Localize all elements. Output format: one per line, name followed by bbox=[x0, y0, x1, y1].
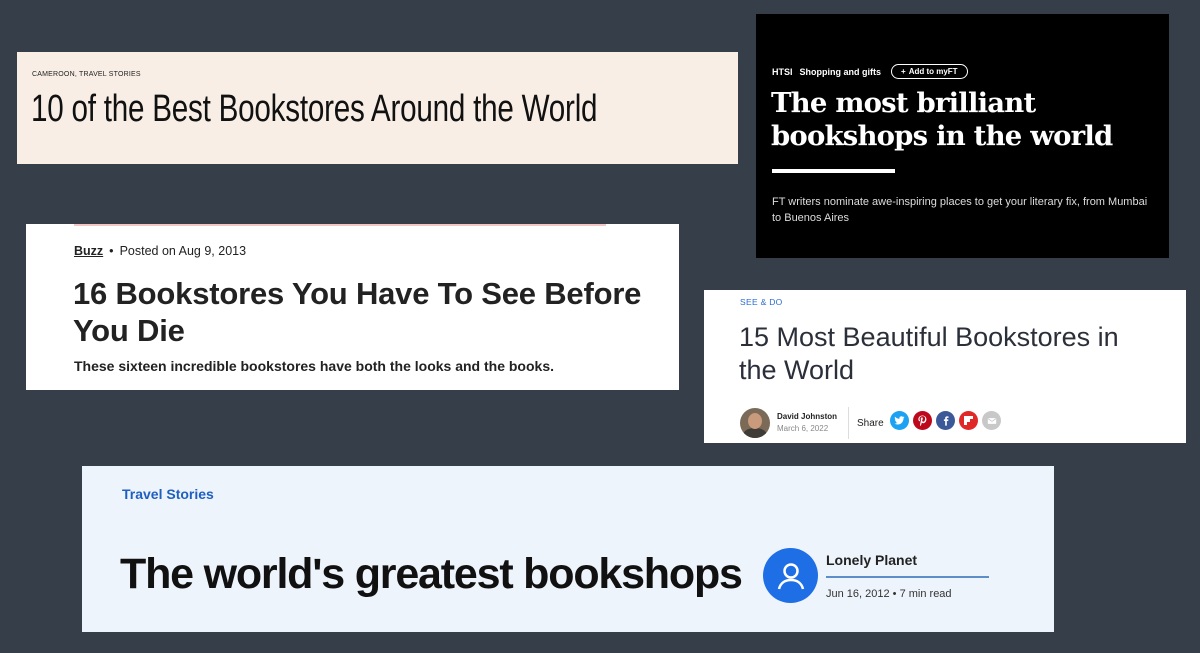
section-link[interactable]: HTSI bbox=[772, 67, 793, 77]
article-card-buzzfeed: Buzz • Posted on Aug 9, 2013 16 Bookstor… bbox=[26, 224, 679, 390]
share-icons bbox=[890, 411, 1001, 430]
posted-date: Posted on Aug 9, 2013 bbox=[119, 244, 247, 258]
author-underline bbox=[826, 576, 989, 578]
top-divider bbox=[74, 224, 606, 226]
article-card-see-and-do: SEE & DO 15 Most Beautiful Bookstores in… bbox=[704, 290, 1186, 443]
publish-date: March 6, 2022 bbox=[777, 424, 829, 433]
title-underline-bar bbox=[772, 169, 895, 173]
subsection-link[interactable]: Shopping and gifts bbox=[800, 67, 882, 77]
article-card-lonely-planet: Travel Stories The world's greatest book… bbox=[82, 466, 1054, 632]
author-name[interactable]: David Johnston bbox=[777, 412, 837, 421]
author-name[interactable]: Lonely Planet bbox=[826, 552, 917, 568]
user-avatar-icon[interactable] bbox=[763, 548, 818, 603]
meta-separator: • bbox=[109, 244, 114, 258]
category-link[interactable]: Travel Stories bbox=[122, 486, 214, 502]
plus-icon: + bbox=[901, 67, 906, 76]
meta-divider bbox=[848, 407, 849, 439]
share-label: Share bbox=[857, 418, 884, 429]
article-card-ft: HTSI Shopping and gifts + Add to myFT Th… bbox=[756, 14, 1169, 258]
twitter-icon[interactable] bbox=[890, 411, 909, 430]
article-card-best-bookstores: CAMEROON, TRAVEL STORIES 10 of the Best … bbox=[17, 52, 738, 164]
article-title[interactable]: 16 Bookstores You Have To See Before You… bbox=[73, 275, 663, 349]
article-description: FT writers nominate awe-inspiring places… bbox=[772, 196, 1148, 224]
author-avatar[interactable] bbox=[740, 408, 770, 438]
article-meta: Buzz • Posted on Aug 9, 2013 bbox=[74, 244, 246, 258]
category-link[interactable]: Buzz bbox=[74, 244, 103, 258]
article-subtitle: These sixteen incredible bookstores have… bbox=[74, 358, 554, 374]
article-title[interactable]: The most brilliant bookshops in the worl… bbox=[771, 87, 1166, 153]
facebook-icon[interactable] bbox=[936, 411, 955, 430]
category-label[interactable]: SEE & DO bbox=[740, 297, 783, 307]
add-to-myft-label: Add to myFT bbox=[908, 67, 958, 76]
article-meta: HTSI Shopping and gifts + Add to myFT bbox=[772, 64, 968, 79]
article-title[interactable]: 15 Most Beautiful Bookstores in the Worl… bbox=[739, 321, 1159, 387]
flipboard-icon[interactable] bbox=[959, 411, 978, 430]
article-title[interactable]: The world's greatest bookshops bbox=[120, 550, 743, 599]
category-label[interactable]: CAMEROON, TRAVEL STORIES bbox=[32, 71, 141, 78]
pinterest-icon[interactable] bbox=[913, 411, 932, 430]
add-to-myft-button[interactable]: + Add to myFT bbox=[891, 64, 968, 79]
email-icon[interactable] bbox=[982, 411, 1001, 430]
publish-date: Jun 16, 2012 • 7 min read bbox=[826, 588, 952, 600]
article-title[interactable]: 10 of the Best Bookstores Around the Wor… bbox=[31, 88, 598, 131]
